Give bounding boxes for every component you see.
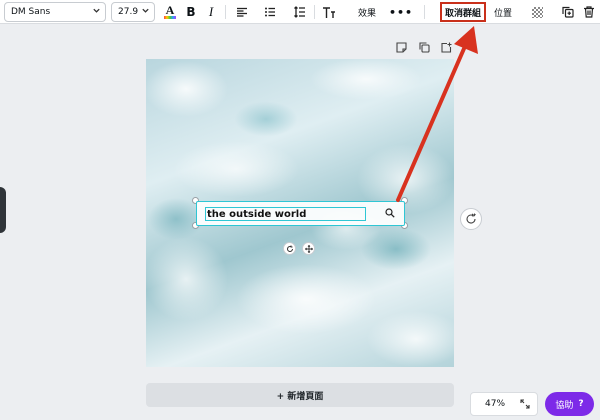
zoom-level: 47% [485,399,506,409]
ungroup-button[interactable]: 取消群組 [440,2,486,22]
text-element[interactable]: the outside world [205,207,366,221]
help-button[interactable]: 協助 ? [545,392,594,416]
editor-toolbar: DM Sans 27.9 A B I 效果 ••• 取消群組 位置 [0,0,600,24]
effects-button[interactable]: 效果 [352,0,382,24]
add-page-button[interactable]: + 新增頁面 [146,383,454,407]
spacing-button[interactable] [291,0,309,24]
move-button[interactable] [302,242,315,255]
position-label: 位置 [493,8,512,19]
effects-label: 效果 [357,8,376,19]
rotate-icon [286,245,293,252]
bold-icon: B [186,5,196,19]
italic-button[interactable]: I [203,0,219,24]
note-icon [395,41,407,53]
text-color-button[interactable]: A [162,0,178,24]
text-size-icon [323,6,335,18]
font-family-dropdown[interactable]: DM Sans [4,2,106,22]
refresh-button[interactable] [460,208,482,230]
add-page-label: + 新增頁面 [276,391,324,402]
duplicate-button[interactable] [559,0,577,24]
align-button[interactable] [233,0,251,24]
delete-button[interactable] [580,0,598,24]
color-swatch-bar [164,16,176,19]
toolbar-divider [424,5,425,19]
note-button[interactable] [394,40,408,54]
add-page-icon [440,42,451,53]
add-page-icon-button[interactable] [439,40,453,54]
transparency-button[interactable] [530,0,544,24]
chevron-down-icon [141,6,150,18]
help-label: 協助 [555,400,574,411]
list-icon [265,7,275,17]
align-left-icon [237,7,247,17]
help-icon: ? [578,399,584,409]
toolbar-divider [225,5,226,19]
search-icon [383,206,397,220]
text-content: the outside world [207,208,307,220]
ungroup-label: 取消群組 [444,8,481,19]
copy-page-button[interactable] [417,40,431,54]
bold-button[interactable]: B [182,0,200,24]
position-button[interactable]: 位置 [490,0,516,24]
expand-icon [520,399,530,409]
move-icon [304,244,313,253]
font-family-value: DM Sans [11,7,51,17]
toolbar-divider [314,5,315,19]
line-spacing-icon [294,6,305,18]
expand-button[interactable] [519,398,531,410]
duplicate-icon [562,6,574,18]
text-size-button[interactable] [320,0,338,24]
chevron-down-icon [92,6,101,18]
copy-page-icon [418,41,430,53]
list-button[interactable] [261,0,279,24]
trash-icon [584,6,594,18]
transparency-icon [531,6,543,18]
italic-icon: I [208,4,214,19]
rotate-button[interactable] [283,242,296,255]
refresh-icon [466,213,476,224]
side-panel-toggle[interactable] [0,187,6,233]
more-icon: ••• [388,5,414,19]
more-options-button[interactable]: ••• [388,0,414,24]
text-color-icon: A [165,3,175,17]
selected-text-group[interactable]: the outside world [196,201,405,226]
font-size-value: 27.9 [118,7,139,17]
font-size-dropdown[interactable]: 27.9 [111,2,155,22]
